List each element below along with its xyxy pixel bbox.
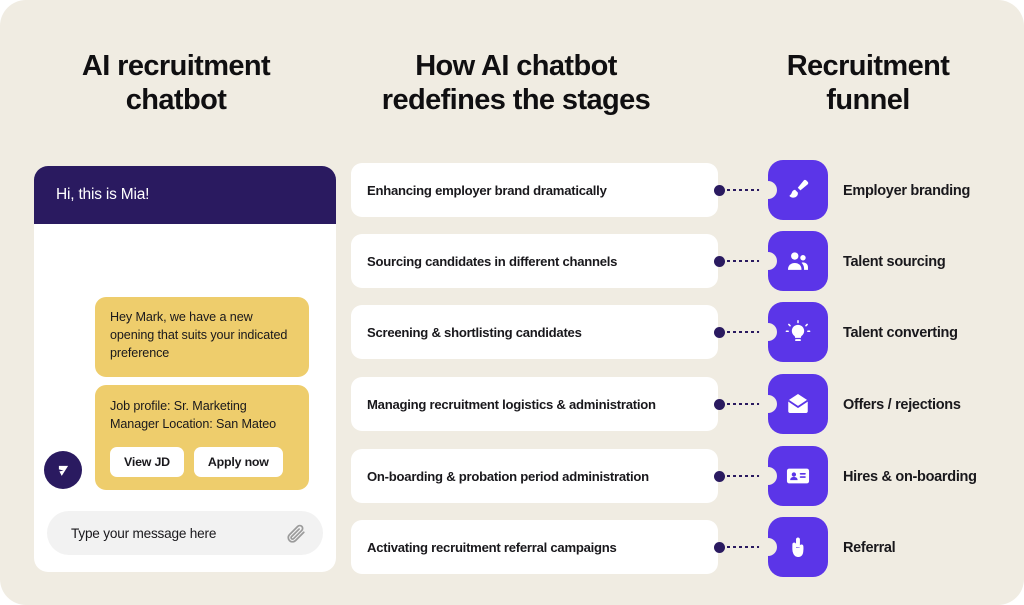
funnel-tile-hires-onboarding[interactable] [759,446,828,506]
funnel-tile-talent-converting[interactable] [759,302,828,362]
chat-header: Hi, this is Mia! [34,166,336,224]
message-composer[interactable] [47,511,323,555]
connector-line [727,546,763,548]
stage-card-label: Managing recruitment logistics & adminis… [367,396,656,412]
apply-now-button[interactable]: Apply now [193,446,283,477]
connector-dot-icon [714,184,725,196]
connector-dot-icon [714,255,725,267]
stage-card[interactable]: On-boarding & probation period administr… [351,449,718,503]
page-title-funnel: Recruitment funnel [786,50,950,116]
funnel-label: Talent sourcing [843,254,946,270]
connector-line [727,189,763,191]
funnel-tile-talent-sourcing[interactable] [759,231,828,291]
stage-card-label: On-boarding & probation period administr… [367,468,649,484]
connector-dot-icon [714,398,725,410]
chat-panel: Hi, this is Mia! Hey Mark, we have a new… [34,166,336,572]
tile-notch [759,538,777,556]
chat-message-text: Job profile: Sr. Marketing Manager Locat… [110,399,277,431]
chat-header-title: Hi, this is Mia! [56,186,150,203]
connector-line [727,331,763,333]
funnel-label: Offers / rejections [843,397,961,413]
tile-notch [759,395,777,413]
funnel-label: Hires & on-boarding [843,469,977,485]
funnel-label: Referral [843,540,896,556]
stage-card-label: Activating recruitment referral campaign… [367,539,617,555]
tile-notch [759,323,777,341]
chat-message-text: Hey Mark, we have a new opening that sui… [110,310,288,360]
search-input[interactable] [69,524,285,542]
envelope-icon [787,394,809,413]
funnel-tile-offers-rejections[interactable] [759,374,828,434]
avatar [44,451,82,489]
stage-card[interactable]: Managing recruitment logistics & adminis… [351,377,718,431]
stage-card[interactable]: Screening & shortlisting candidates [351,305,718,359]
stage-card[interactable]: Enhancing employer brand dramatically [351,163,718,217]
stage-card[interactable]: Sourcing candidates in different channel… [351,234,718,288]
connector-dot-icon [714,541,725,553]
brand-logo-icon [58,465,68,476]
id-card-icon [786,468,810,484]
chat-message-bubble: Hey Mark, we have a new opening that sui… [95,297,309,377]
stage-card-label: Screening & shortlisting candidates [367,324,582,340]
connector-dot-icon [714,326,725,338]
infographic-frame: AI recruitment chatbot How AI chatbot re… [0,0,1024,605]
tile-notch [759,181,777,199]
paperclip-icon[interactable] [285,522,307,544]
funnel-tile-employer-branding[interactable] [759,160,828,220]
funnel-label: Employer branding [843,183,971,199]
tile-notch [759,467,777,485]
page-title-chatbot: AI recruitment chatbot [81,50,271,116]
user-group-icon [788,252,808,270]
paintbrush-icon [789,179,809,198]
stage-card-label: Sourcing candidates in different channel… [367,253,618,269]
funnel-label: Talent converting [843,325,958,341]
connector-line [727,475,763,477]
chat-message-bubble: Job profile: Sr. Marketing Manager Locat… [95,385,309,490]
funnel-tile-referral[interactable] [759,517,828,577]
connector-dot-icon [714,470,725,482]
stage-card[interactable]: Activating recruitment referral campaign… [351,520,718,574]
tile-notch [759,252,777,270]
view-jd-button[interactable]: View JD [110,446,184,477]
chat-message-list: Hey Mark, we have a new opening that sui… [34,224,336,572]
hand-pointer-icon [792,537,804,557]
connector-line [727,260,763,262]
page-title-stages: How AI chatbot redefines the stages [381,50,651,116]
chat-message-actions: View JD Apply now [110,446,294,477]
lightbulb-icon [785,319,811,341]
stage-card-label: Enhancing employer brand dramatically [367,182,607,198]
connector-line [727,403,763,405]
